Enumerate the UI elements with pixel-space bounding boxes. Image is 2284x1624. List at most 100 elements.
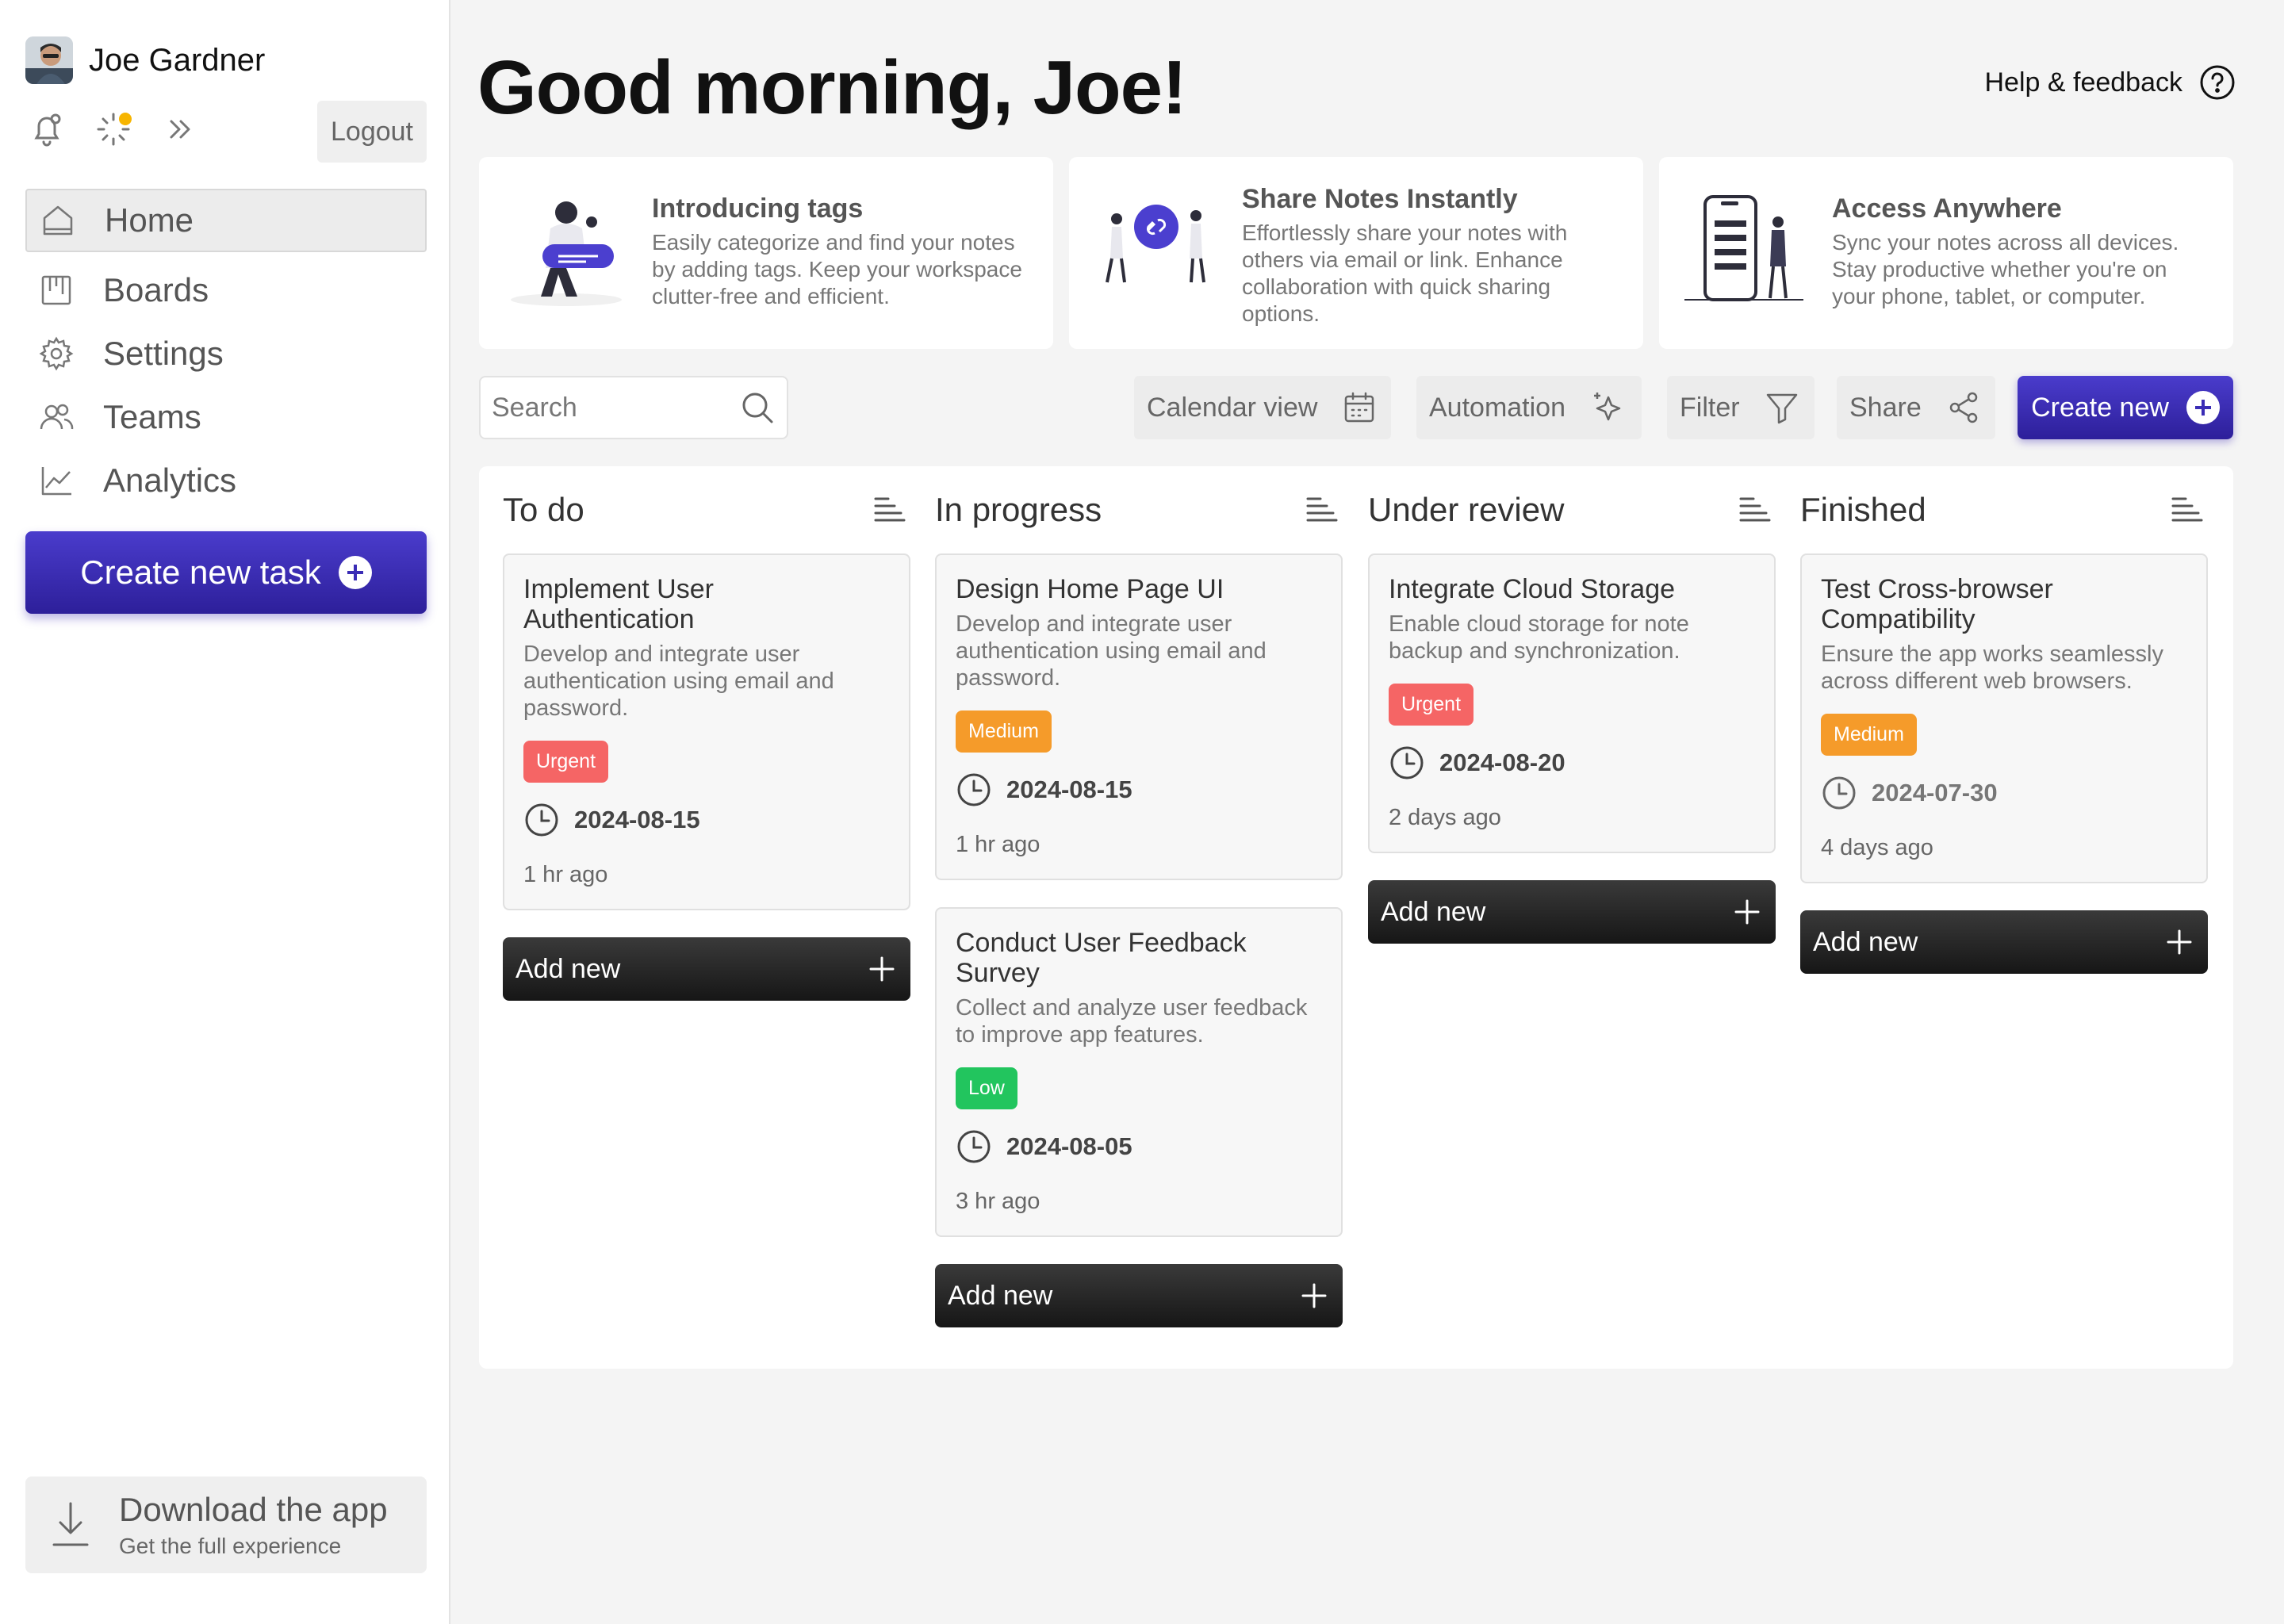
add-new-label: Add new	[948, 1280, 1053, 1311]
download-title: Download the app	[119, 1491, 388, 1528]
column-in-progress: In progress Design Home Page UI Develop …	[935, 466, 1343, 1327]
plus-circle-icon	[338, 556, 372, 589]
card-description: Collect and analyze user feedback to imp…	[956, 995, 1308, 1048]
plus-icon	[2167, 929, 2192, 955]
calendar-view-label: Calendar view	[1147, 392, 1318, 423]
add-new-button[interactable]: Add new	[1800, 910, 2208, 974]
promo-title: Share Notes Instantly	[1242, 184, 1518, 214]
due-date: 2024-07-30	[1872, 779, 1998, 806]
card-title: Integrate Cloud Storage	[1389, 574, 1676, 604]
column-menu-icon[interactable]	[871, 492, 907, 528]
help-circle-icon	[2200, 65, 2235, 100]
task-card[interactable]: Conduct User Feedback Survey Collect and…	[935, 907, 1343, 1237]
sidebar-item-label: Settings	[103, 335, 224, 372]
priority-badge: Medium	[1821, 714, 1917, 756]
due-date: 2024-08-15	[1006, 776, 1132, 803]
collapse-sidebar-icon[interactable]	[159, 108, 201, 151]
avatar[interactable]	[25, 36, 73, 84]
calendar-icon	[1345, 392, 1374, 423]
plus-circle-icon	[2186, 391, 2220, 424]
task-card[interactable]: Integrate Cloud Storage Enable cloud sto…	[1368, 553, 1776, 853]
help-feedback-link[interactable]: Help & feedback	[1985, 63, 2237, 102]
search-icon	[742, 393, 773, 423]
clock-icon	[525, 803, 558, 837]
updated-time: 3 hr ago	[956, 1189, 1040, 1214]
calendar-view-button[interactable]: Calendar view	[1134, 376, 1391, 439]
task-card[interactable]: Test Cross-browser Compatibility Ensure …	[1800, 553, 2208, 883]
plus-icon	[869, 956, 895, 982]
promo-card-share[interactable]: Share Notes Instantly Effortlessly share…	[1069, 157, 1643, 349]
create-new-label: Create new	[2031, 392, 2169, 423]
add-new-label: Add new	[1813, 926, 1918, 957]
user-profile[interactable]: Joe Gardner	[25, 36, 265, 84]
plus-icon	[1734, 899, 1760, 925]
card-title: Design Home Page UI	[956, 574, 1224, 604]
sidebar-nav: Home Boards Settings Teams Analytics	[25, 189, 427, 512]
promo-card-access[interactable]: Access Anywhere Sync your notes across a…	[1659, 157, 2233, 349]
due-date: 2024-08-15	[574, 806, 700, 833]
column-title: Finished	[1800, 491, 1926, 528]
user-name: Joe Gardner	[89, 42, 266, 78]
column-title: Under review	[1368, 491, 1565, 528]
promo-text: Effortlessly share your notes with other…	[1242, 220, 1568, 326]
boards-icon	[41, 275, 71, 305]
sidebar-item-analytics[interactable]: Analytics	[25, 449, 427, 512]
share-label: Share	[1849, 392, 1922, 423]
due-date: 2024-08-20	[1439, 749, 1565, 776]
theme-toggle-icon[interactable]	[92, 108, 135, 151]
column-menu-icon[interactable]	[1303, 492, 1339, 528]
task-card[interactable]: Design Home Page UI Develop and integrat…	[935, 553, 1343, 880]
add-new-label: Add new	[515, 953, 621, 984]
sidebar-item-home[interactable]: Home	[25, 189, 427, 252]
promo-text: Easily categorize and find your notes by…	[652, 230, 1022, 308]
promo-card-tags[interactable]: Introducing tags Easily categorize and f…	[479, 157, 1053, 349]
share-button[interactable]: Share	[1837, 376, 1995, 439]
sidebar-item-settings[interactable]: Settings	[25, 322, 427, 385]
automation-button[interactable]: Automation	[1416, 376, 1642, 439]
add-new-button[interactable]: Add new	[503, 937, 910, 1001]
search-placeholder: Search	[492, 392, 577, 423]
priority-badge: Urgent	[1389, 684, 1474, 726]
notification-bell-icon[interactable]	[25, 108, 68, 151]
toolbar: Search Calendar view Automation Filter S…	[479, 376, 2233, 439]
sidebar: Joe Gardner Logout Home Boards Settings …	[0, 0, 450, 1624]
filter-label: Filter	[1680, 392, 1740, 423]
sidebar-item-boards[interactable]: Boards	[25, 259, 427, 322]
updated-time: 1 hr ago	[956, 832, 1040, 857]
help-label: Help & feedback	[1984, 67, 2183, 98]
gear-icon	[39, 336, 74, 371]
add-new-button[interactable]: Add new	[1368, 880, 1776, 944]
promo-title: Introducing tags	[652, 193, 864, 224]
search-input[interactable]: Search	[479, 376, 788, 439]
clock-icon	[1822, 776, 1856, 810]
column-todo: To do Implement User Authentication Deve…	[503, 466, 910, 1001]
download-app-button[interactable]: Download the app Get the full experience	[25, 1477, 427, 1573]
column-title: To do	[503, 491, 584, 528]
priority-badge: Medium	[956, 710, 1052, 753]
column-under-review: Under review Integrate Cloud Storage Ena…	[1368, 466, 1776, 944]
promo-cards: Introducing tags Easily categorize and f…	[479, 157, 2233, 349]
column-menu-icon[interactable]	[1736, 492, 1772, 528]
filter-button[interactable]: Filter	[1667, 376, 1815, 439]
create-new-task-button[interactable]: Create new task	[25, 531, 427, 614]
card-description: Ensure the app works seamlessly across d…	[1821, 642, 2163, 694]
phone-illustration	[1684, 195, 1803, 301]
clock-icon	[957, 773, 991, 806]
create-new-button[interactable]: Create new	[2018, 376, 2233, 439]
sidebar-item-label: Teams	[103, 398, 201, 435]
sidebar-item-teams[interactable]: Teams	[25, 385, 427, 449]
add-new-button[interactable]: Add new	[935, 1264, 1343, 1327]
card-title: Implement User Authentication	[523, 574, 714, 634]
column-menu-icon[interactable]	[2168, 492, 2205, 528]
promo-text: Sync your notes across all devices. Stay…	[1832, 230, 2179, 308]
sparkle-icon	[1594, 393, 1621, 421]
sidebar-item-label: Home	[105, 201, 194, 239]
logout-button[interactable]: Logout	[317, 101, 427, 163]
add-new-label: Add new	[1381, 896, 1486, 927]
task-card[interactable]: Implement User Authentication Develop an…	[503, 553, 910, 910]
card-title: Test Cross-browser Compatibility	[1821, 574, 2053, 634]
column-title: In progress	[935, 491, 1102, 528]
kanban-board: To do Implement User Authentication Deve…	[479, 466, 2233, 1369]
clock-icon	[957, 1130, 991, 1163]
clock-icon	[1390, 746, 1424, 779]
